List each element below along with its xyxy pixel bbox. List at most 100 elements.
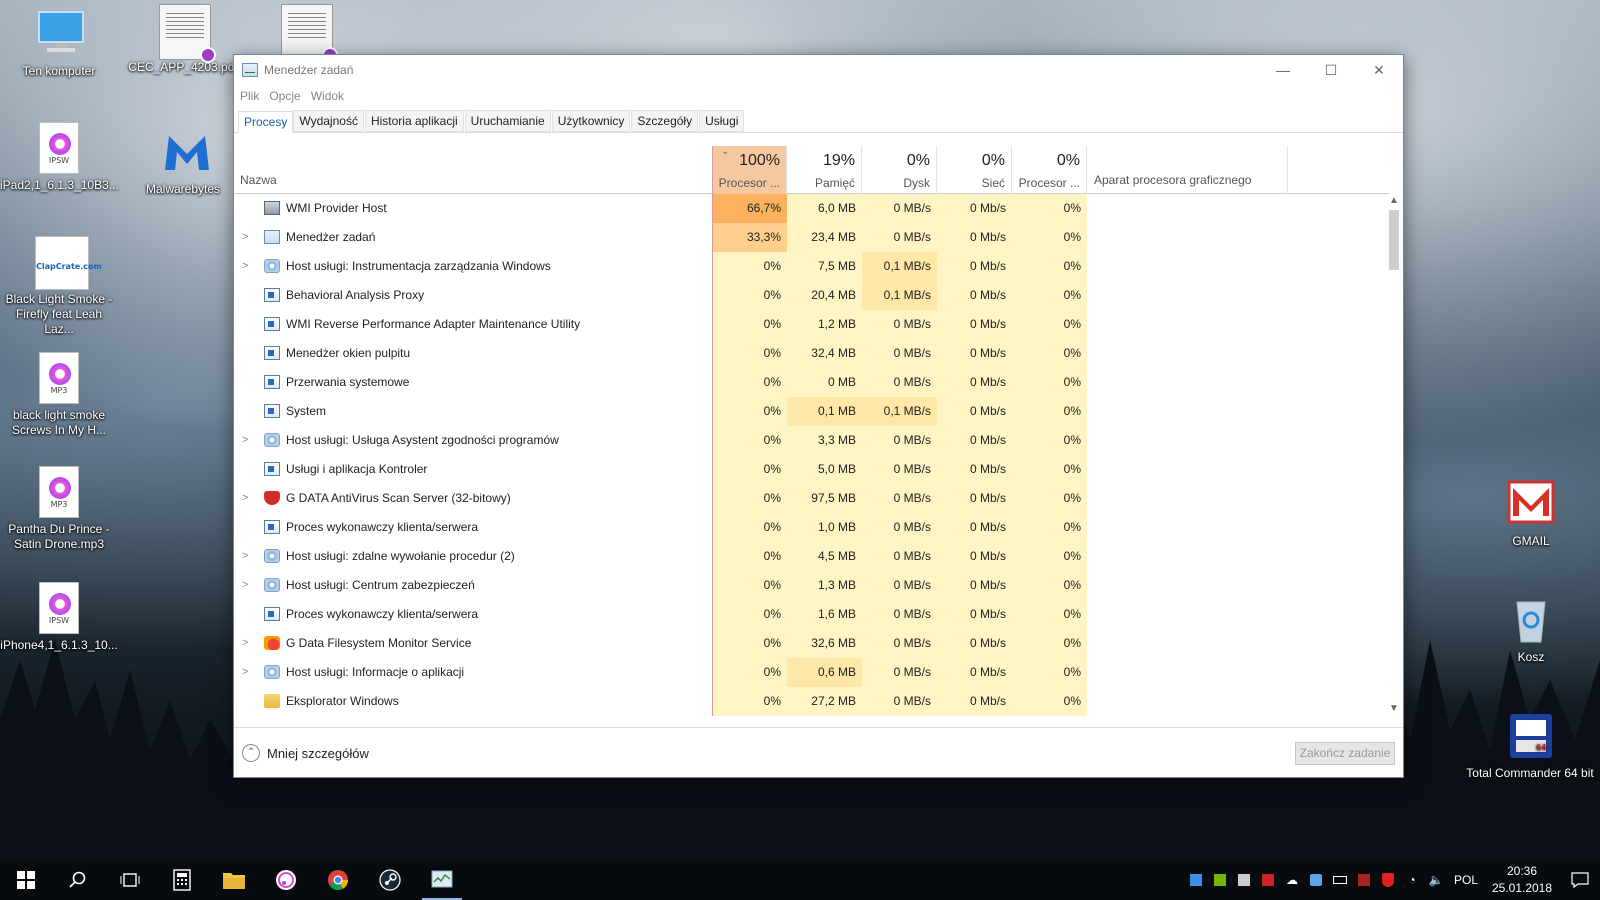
expand-chevron-icon[interactable]: > <box>242 550 248 562</box>
battery-icon[interactable] <box>1328 860 1352 900</box>
process-name: Menedżer okien pulpitu <box>286 346 411 360</box>
gpu-value: 0% <box>1012 339 1087 368</box>
desktop-icon-total-commander[interactable]: 64 Total Commander 64 bit <box>1466 710 1594 781</box>
expand-chevron-icon[interactable]: > <box>242 579 248 591</box>
table-row[interactable]: Usługi i aplikacja Kontroler 0% 5,0 MB 0 MB… <box>234 455 1389 484</box>
disk-value: 0 MB/s <box>862 310 937 339</box>
desktop-icon-mp3[interactable]: MP3 Pantha Du Prince - Satin Drone.mp3 <box>0 466 118 552</box>
onedrive-icon[interactable]: ☁ <box>1280 860 1304 900</box>
table-row[interactable]: > G Data Filesystem Monitor Service 0% 32,6… <box>234 629 1389 658</box>
tab-services[interactable]: Usługi <box>699 110 745 132</box>
tray-device-icon[interactable] <box>1232 860 1256 900</box>
column-disk[interactable]: 0% Dysk <box>862 146 937 194</box>
end-task-button[interactable]: Zakończ zadanie <box>1295 742 1395 765</box>
column-network[interactable]: 0% Sieć <box>937 146 1012 194</box>
table-row[interactable]: WMI Reverse Performance Adapter Maintena… <box>234 310 1389 339</box>
calculator-icon[interactable] <box>156 860 208 900</box>
tab-details[interactable]: Szczegóły <box>631 110 699 132</box>
network-value: 0 Mb/s <box>937 310 1012 339</box>
column-memory[interactable]: 19% Pamięć <box>787 146 862 194</box>
less-details-button[interactable]: ⌃ Mniej szczegółów <box>242 744 369 762</box>
menu-options[interactable]: Opcje <box>269 89 300 103</box>
desktop-icon-computer[interactable]: Ten komputer <box>0 8 118 79</box>
memory-value: 0 MB <box>787 368 862 397</box>
column-name[interactable]: Nazwa <box>240 173 277 187</box>
table-row[interactable]: > G DATA AntiVirus Scan Server (32-bitowy… <box>234 484 1389 513</box>
table-row[interactable]: > Host usługi: Instrumentacja zarządzania… <box>234 252 1389 281</box>
tab-app-history[interactable]: Historia aplikacji <box>364 110 464 132</box>
wifi-icon[interactable]: ◔ <box>1400 860 1424 900</box>
desktop-icon-mp3[interactable]: MP3 black light smoke Screws In My H... <box>0 352 118 438</box>
notifications-icon[interactable] <box>1560 860 1600 900</box>
scroll-up-icon[interactable]: ▲ <box>1386 194 1402 208</box>
network-value: 0 Mb/s <box>937 397 1012 426</box>
table-row[interactable]: System 0% 0,1 MB 0,1 MB/s 0 Mb/s 0% <box>234 397 1389 426</box>
search-icon[interactable] <box>52 860 104 900</box>
table-row[interactable]: > Host usługi: Informacje o aplikacji 0% 0,… <box>234 658 1389 687</box>
gpu-value: 0% <box>1012 629 1087 658</box>
table-row[interactable]: WMI Provider Host 66,7% 6,0 MB 0 MB/s 0 Mb/s… <box>234 194 1389 223</box>
expand-chevron-icon[interactable]: > <box>242 637 248 649</box>
column-gpu[interactable]: 0% Procesor ... <box>1012 146 1087 194</box>
desktop-icon-malwarebytes[interactable]: Malwarebytes <box>124 126 242 197</box>
table-row[interactable]: Proces wykonawczy klienta/serwera 0% 1,0 M… <box>234 513 1389 542</box>
table-row[interactable]: > Host usługi: Usługa Asystent zgodności … <box>234 426 1389 455</box>
title-bar[interactable]: Menedżer zadań — ☐ ✕ <box>234 55 1403 85</box>
maximize-button[interactable]: ☐ <box>1307 55 1355 85</box>
file-explorer-icon[interactable] <box>208 860 260 900</box>
desktop-icon-pdf[interactable]: CEC_APP_4203.pdf <box>124 4 242 75</box>
clock[interactable]: 20:36 25.01.2018 <box>1484 863 1560 897</box>
tray-red-icon[interactable] <box>1256 860 1280 900</box>
vertical-scrollbar[interactable]: ▲ ▼ <box>1386 194 1402 716</box>
disk-value: 0,1 MB/s <box>862 281 937 310</box>
column-gpu-engine[interactable]: Aparat procesora graficznego <box>1094 173 1251 187</box>
tab-processes[interactable]: Procesy <box>238 111 294 133</box>
expand-chevron-icon[interactable]: > <box>242 231 248 243</box>
expand-chevron-icon[interactable]: > <box>242 260 248 272</box>
tray-network-warning-icon[interactable] <box>1352 860 1376 900</box>
app-icon <box>264 375 280 389</box>
minimize-button[interactable]: — <box>1259 55 1307 85</box>
table-row[interactable]: Menedżer okien pulpitu 0% 32,4 MB 0 MB/s 0 M… <box>234 339 1389 368</box>
expand-chevron-icon[interactable]: > <box>242 666 248 678</box>
window-title: Menedżer zadań <box>264 63 354 77</box>
scroll-down-icon[interactable]: ▼ <box>1386 702 1402 716</box>
task-manager-taskbar-icon[interactable] <box>416 860 468 900</box>
desktop-icon-ipsw[interactable]: IPSW iPad2,1_6.1.3_10B3... <box>0 122 119 193</box>
table-row[interactable]: Przerwania systemowe 0% 0 MB 0 MB/s 0 Mb/s 0% <box>234 368 1389 397</box>
menu-view[interactable]: Widok <box>311 89 344 103</box>
gpu-value: 0% <box>1012 542 1087 571</box>
network-value: 0 Mb/s <box>937 455 1012 484</box>
tab-startup[interactable]: Uruchamianie <box>464 110 551 132</box>
expand-chevron-icon[interactable]: > <box>242 434 248 446</box>
desktop-icon-document[interactable] <box>246 4 364 63</box>
expand-chevron-icon[interactable]: > <box>242 492 248 504</box>
tray-update-icon[interactable] <box>1304 860 1328 900</box>
column-cpu[interactable]: ⌄ 100% Procesor ... <box>712 146 787 194</box>
tab-users[interactable]: Użytkownicy <box>551 110 631 132</box>
language-indicator[interactable]: POL <box>1448 873 1484 887</box>
desktop-icon-clapcrate[interactable]: ClapCrate.com Black Light Smoke - Firefly… <box>0 236 118 337</box>
itunes-icon[interactable] <box>260 860 312 900</box>
table-row[interactable]: > Menedżer zadań 33,3% 23,4 MB 0 MB/s 0 Mb/s 0… <box>234 223 1389 252</box>
task-view-icon[interactable] <box>104 860 156 900</box>
steam-icon[interactable] <box>364 860 416 900</box>
start-icon[interactable] <box>0 860 52 900</box>
chrome-icon[interactable] <box>312 860 364 900</box>
tab-performance[interactable]: Wydajność <box>293 110 364 132</box>
gdata-shield-icon[interactable] <box>1376 860 1400 900</box>
table-row[interactable]: > Host usługi: zdalne wywołanie procedur … <box>234 542 1389 571</box>
tray-blue-icon[interactable] <box>1184 860 1208 900</box>
table-row[interactable]: Eksplorator Windows 0% 27,2 MB 0 MB/s 0 Mb/s… <box>234 687 1389 716</box>
table-row[interactable]: Proces wykonawczy klienta/serwera 0% 1,6 M… <box>234 600 1389 629</box>
scroll-thumb[interactable] <box>1389 210 1399 270</box>
table-row[interactable]: > Host usługi: Centrum zabezpieczeń 0% 1,3 … <box>234 571 1389 600</box>
close-button[interactable]: ✕ <box>1355 55 1403 85</box>
table-row[interactable]: Behavioral Analysis Proxy 0% 20,4 MB 0,1 MB… <box>234 281 1389 310</box>
menu-file[interactable]: Plik <box>240 89 259 103</box>
desktop-icon-gmail[interactable]: GMAIL <box>1472 478 1590 549</box>
desktop-icon-recycle-bin[interactable]: Kosz <box>1472 594 1590 665</box>
nvidia-icon[interactable] <box>1208 860 1232 900</box>
desktop-icon-ipsw[interactable]: IPSW iPhone4,1_6.1.3_10... <box>0 582 118 653</box>
volume-icon[interactable]: 🔈 <box>1424 860 1448 900</box>
